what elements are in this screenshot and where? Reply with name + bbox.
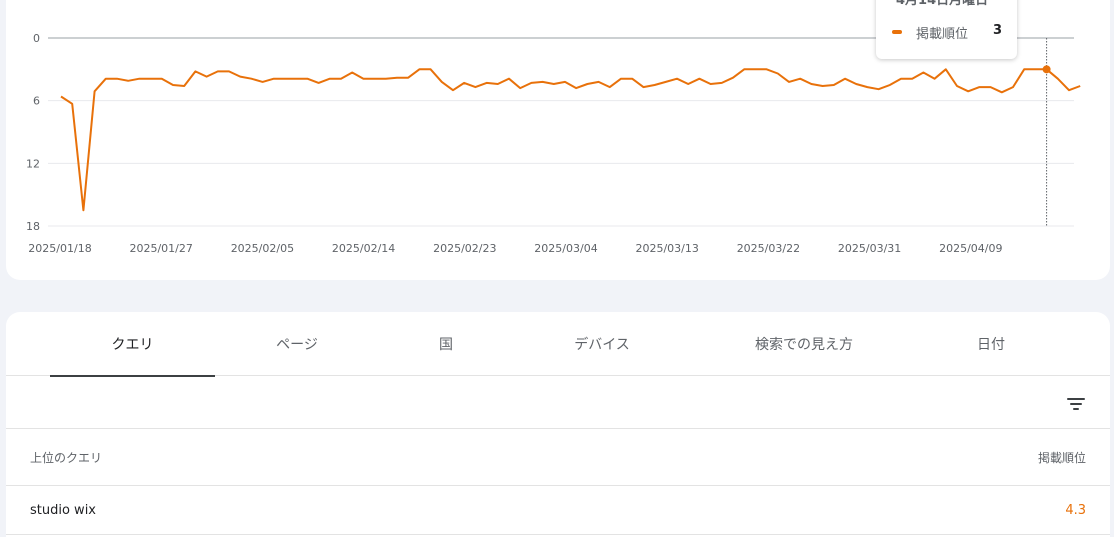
column-header-query[interactable]: 上位のクエリ — [30, 449, 102, 466]
x-tick-label: 2025/03/31 — [838, 242, 901, 255]
query-cell: studio wix — [30, 503, 96, 518]
tab-country[interactable]: 国 — [379, 312, 513, 376]
tab-date[interactable]: 日付 — [917, 312, 1065, 376]
table-header: 上位のクエリ 掲載順位 — [6, 429, 1110, 486]
position-cell: 4.3 — [1065, 503, 1086, 518]
x-tick-label: 2025/02/05 — [231, 242, 294, 255]
x-tick-label: 2025/01/18 — [28, 242, 91, 255]
tab-search-appearance[interactable]: 検索での見え方 — [691, 312, 917, 376]
column-header-position[interactable]: 掲載順位 — [1038, 449, 1086, 466]
x-tick-label: 2025/02/14 — [332, 242, 395, 255]
y-tick-label: 12 — [26, 157, 40, 170]
series-swatch — [892, 30, 902, 34]
y-tick-label: 18 — [26, 220, 40, 233]
y-tick-label: 6 — [33, 95, 40, 108]
x-tick-label: 2025/02/23 — [433, 242, 496, 255]
highlight-point — [1042, 65, 1051, 74]
queries-table-card: クエリ ページ 国 デバイス 検索での見え方 日付 上位のクエリ 掲載順位 st… — [6, 312, 1110, 537]
x-tick-label: 2025/03/22 — [737, 242, 800, 255]
dimension-tabs: クエリ ページ 国 デバイス 検索での見え方 日付 — [6, 312, 1110, 377]
tab-page[interactable]: ページ — [215, 312, 379, 376]
tab-device[interactable]: デバイス — [513, 312, 691, 376]
tab-query[interactable]: クエリ — [50, 312, 215, 377]
x-tick-label: 2025/03/13 — [635, 242, 698, 255]
chart-tooltip: 4月14日月曜日 掲載順位 3 — [876, 0, 1017, 59]
x-tick-label: 2025/04/09 — [939, 242, 1002, 255]
position-series-line — [60, 68, 1081, 212]
filter-toolbar — [6, 377, 1110, 429]
x-tick-label: 2025/03/04 — [534, 242, 597, 255]
table-row[interactable]: studio wix 4.3 — [6, 487, 1110, 535]
filter-icon[interactable] — [1064, 393, 1088, 415]
x-tick-label: 2025/01/27 — [129, 242, 192, 255]
y-tick-label: 0 — [33, 32, 40, 45]
tooltip-metric-value: 3 — [993, 23, 1003, 38]
tooltip-metric-label: 掲載順位 — [916, 27, 969, 42]
tooltip-date: 4月14日月曜日 — [896, 0, 989, 8]
